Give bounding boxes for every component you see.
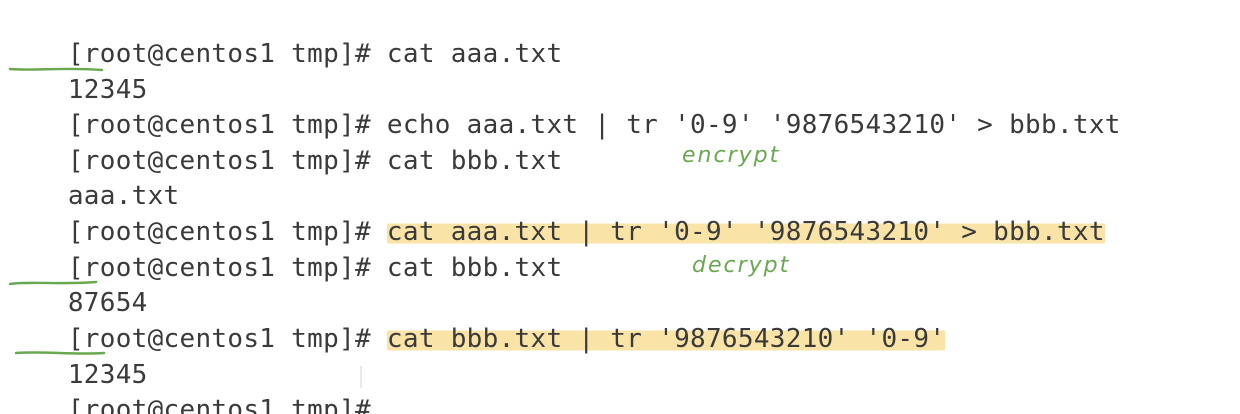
terminal-line: [root@centos1 tmp]# echo aaa.txt | tr '0… xyxy=(4,71,1121,140)
terminal-line: [root@centos1 tmp]# cat aaa.txt | tr '0-… xyxy=(4,178,1105,247)
encrypt-annotation: encrypt xyxy=(682,143,781,168)
underline-mark xyxy=(8,67,104,72)
command-text: cat bbb.txt xyxy=(386,146,563,176)
terminal-line: [root@centos1 tmp]# cat bbb.txt xyxy=(4,214,562,283)
underline-mark xyxy=(8,280,98,286)
terminal-window[interactable]: [root@centos1 tmp]# cat aaa.txt 12345 [r… xyxy=(0,0,1240,414)
shell-prompt: [root@centos1 tmp]# xyxy=(67,395,387,414)
command-text: cat aaa.txt xyxy=(386,39,563,69)
highlighted-decrypt-command: cat bbb.txt | tr '9876543210' '0-9' xyxy=(386,324,946,354)
terminal-cursor xyxy=(360,366,362,388)
terminal-line: [root@centos1 tmp]# cat bbb.txt | tr '98… xyxy=(4,285,946,354)
underline-mark xyxy=(14,351,106,355)
terminal-line: [root@centos1 tmp]# xyxy=(4,356,387,414)
terminal-line: aaa.txt xyxy=(4,142,180,211)
decrypt-annotation: decrypt xyxy=(692,253,791,278)
terminal-line: [root@centos1 tmp]# cat bbb.txt xyxy=(4,107,562,176)
terminal-line: [root@centos1 tmp]# cat aaa.txt xyxy=(4,0,562,69)
command-text: cat bbb.txt xyxy=(386,253,563,283)
